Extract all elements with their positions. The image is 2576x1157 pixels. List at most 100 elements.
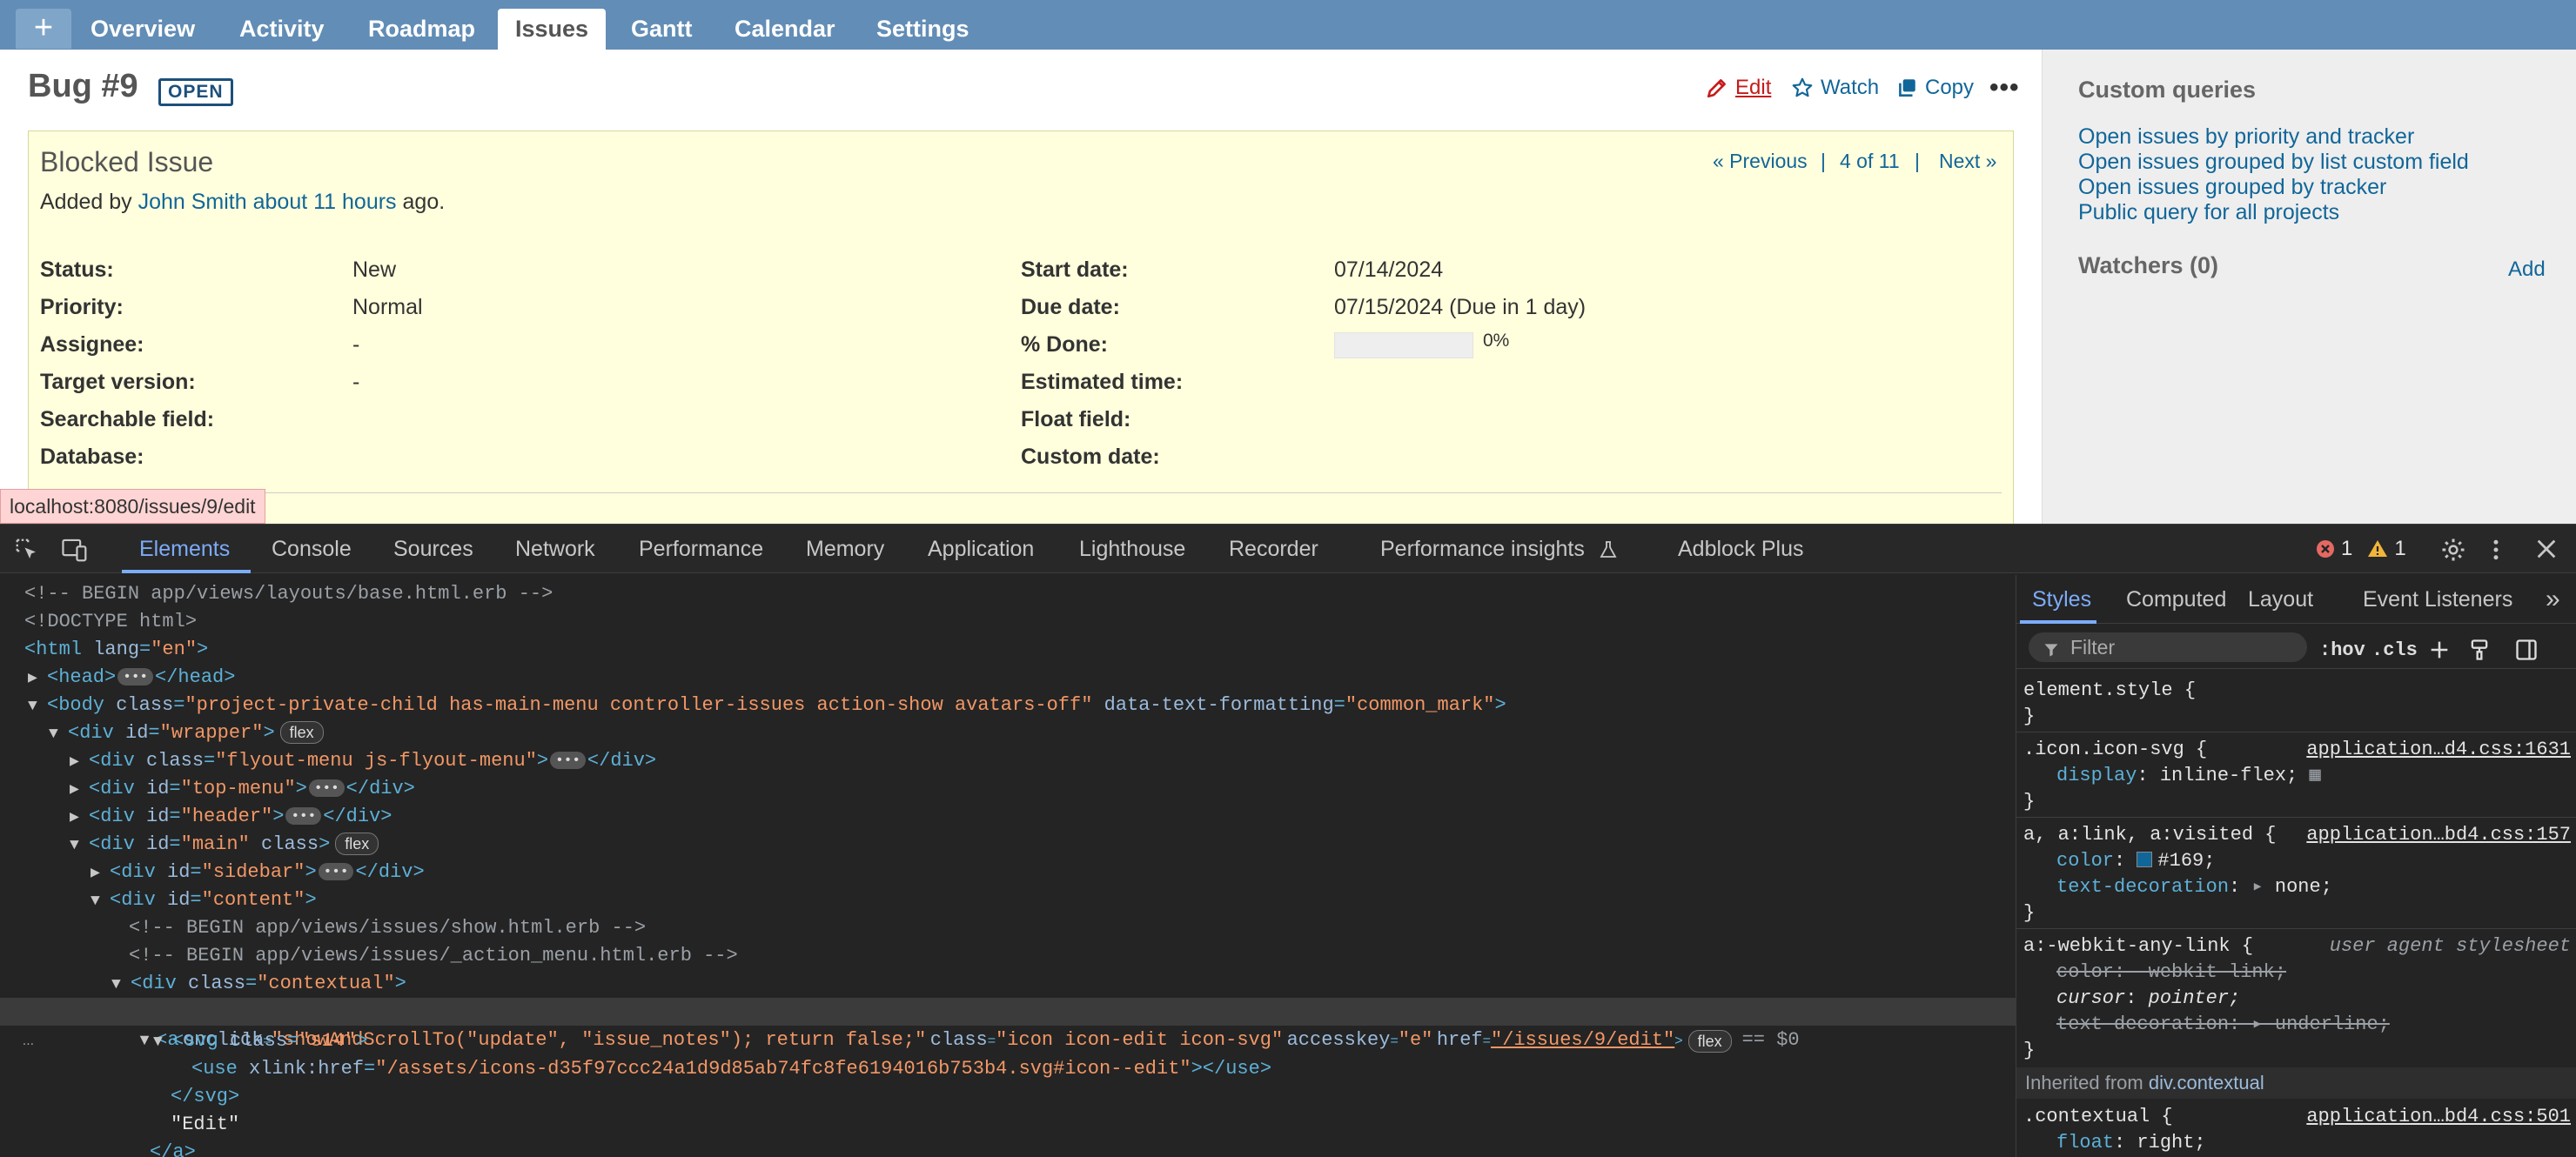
dom-node-a-close[interactable]: </a>: [150, 1139, 196, 1157]
css-declaration-overridden[interactable]: color: -webkit-link;: [2056, 960, 2286, 986]
new-object-button[interactable]: +: [16, 9, 71, 49]
nav-separator: |: [1821, 150, 1826, 172]
status-value: New: [352, 257, 397, 282]
paint-brush-icon[interactable]: [2467, 638, 2492, 662]
dom-node-head[interactable]: ▶ <head> ••• </head>: [28, 664, 235, 692]
css-rule-links[interactable]: a, a:link, a:visited {: [2023, 822, 2276, 848]
css-source-link[interactable]: application…d4.css:1631: [2306, 739, 2571, 760]
dom-node-body[interactable]: ▼ <body class="project-private-child has-…: [28, 692, 1506, 719]
dom-node-flyout[interactable]: ▶ <div class="flyout-menu js-flyout-menu"…: [70, 747, 656, 775]
dom-node-use[interactable]: <use xlink:href="/assets/icons-d35f97ccc…: [191, 1055, 1271, 1083]
dom-node-svg-close[interactable]: </svg>: [171, 1083, 239, 1111]
css-source-link[interactable]: application…bd4.css:501: [2306, 1106, 2571, 1127]
query-link[interactable]: Open issues by priority and tracker: [2078, 124, 2414, 150]
devtools-tab-recorder[interactable]: Recorder: [1229, 525, 1318, 573]
rule-close: }: [2023, 902, 2036, 924]
styles-tab[interactable]: Styles: [2032, 575, 2091, 624]
dom-node-main[interactable]: ▼ <div id="main" class> flex: [70, 831, 379, 859]
css-declaration[interactable]: float: right;: [2056, 1130, 2206, 1156]
edit-link[interactable]: Edit: [1706, 73, 1771, 103]
tab-issues[interactable]: Issues: [498, 9, 607, 50]
issue-position-link[interactable]: 4 of 11: [1840, 150, 1900, 173]
dom-node-top-menu[interactable]: ▶ <div id="top-menu"> ••• </div>: [70, 775, 415, 803]
selected-dom-row[interactable]: ... ▼ <a onclick="showAndScrollTo("update"…: [0, 998, 2016, 1053]
target-version-label: Target version:: [40, 370, 196, 394]
done-value: 0%: [1483, 331, 1510, 351]
query-link[interactable]: Public query for all projects: [2078, 200, 2339, 225]
tab-overview[interactable]: Overview: [73, 9, 212, 50]
dom-comment[interactable]: <!-- BEGIN app/views/issues/show.html.er…: [129, 914, 646, 942]
css-declaration[interactable]: display: inline-flex; ▦: [2056, 763, 2321, 789]
devtools-tab-console[interactable]: Console: [272, 525, 352, 573]
devtools-tab-adblock-plus[interactable]: Adblock Plus: [1678, 525, 1804, 573]
dom-node-sidebar[interactable]: ▶ <div id="sidebar"> ••• </div>: [91, 859, 425, 886]
author-link[interactable]: John Smith: [138, 190, 247, 214]
dom-node-header[interactable]: ▶ <div id="header"> ••• </div>: [70, 803, 392, 831]
devtools-tab-sources[interactable]: Sources: [393, 525, 473, 573]
dom-node-html[interactable]: <html lang="en">: [24, 636, 208, 664]
assignee-label: Assignee:: [40, 332, 144, 357]
css-rule-contextual[interactable]: .contextual {: [2023, 1104, 2173, 1130]
element-style-rule[interactable]: element.style {: [2023, 678, 2196, 704]
class-toggle[interactable]: .cls: [2371, 639, 2418, 661]
error-icon: [2317, 540, 2334, 558]
tab-calendar[interactable]: Calendar: [717, 9, 853, 50]
tab-settings[interactable]: Settings: [859, 9, 987, 50]
css-source-link[interactable]: application…bd4.css:157: [2306, 824, 2571, 846]
tab-gantt[interactable]: Gantt: [614, 9, 710, 50]
error-counter[interactable]: 1 1: [2315, 537, 2406, 561]
close-icon[interactable]: [2534, 537, 2559, 561]
more-tabs-button[interactable]: »: [2546, 575, 2560, 624]
more-actions-button[interactable]: •••: [1989, 73, 2020, 103]
dom-doctype[interactable]: <!DOCTYPE html>: [24, 608, 197, 636]
devtools-tab-elements[interactable]: Elements: [139, 525, 230, 573]
new-rule-icon[interactable]: [2427, 638, 2452, 662]
dom-comment[interactable]: <!-- BEGIN app/views/issues/_action_menu…: [129, 942, 738, 970]
details-divider: [40, 492, 2002, 493]
css-declaration[interactable]: color: #169;: [2056, 848, 2215, 874]
add-watcher-link[interactable]: Add: [2508, 257, 2546, 282]
tab-roadmap[interactable]: Roadmap: [351, 9, 493, 50]
toggle-sidebar-icon[interactable]: [2514, 638, 2539, 662]
tab-activity[interactable]: Activity: [222, 9, 342, 50]
warning-count: 1: [2394, 537, 2406, 560]
layout-tab[interactable]: Layout: [2248, 575, 2313, 624]
watch-link[interactable]: Watch: [1791, 73, 1879, 103]
inherited-element-link[interactable]: div.contextual: [2149, 1072, 2264, 1093]
styles-filter-input[interactable]: Filter: [2029, 632, 2307, 662]
device-toolbar-icon[interactable]: [61, 537, 89, 563]
css-declaration[interactable]: cursor: pointer;: [2056, 986, 2240, 1012]
hover-state-toggle[interactable]: :hov: [2319, 639, 2365, 661]
next-link[interactable]: Next »: [1939, 150, 1996, 173]
target-version-value: -: [352, 370, 360, 394]
css-declaration[interactable]: text-decoration: ▸ none;: [2056, 874, 2332, 900]
css-declaration-overridden[interactable]: text-decoration: ▸ underline;: [2056, 1012, 2390, 1038]
query-link[interactable]: Open issues grouped by tracker: [2078, 175, 2386, 200]
computed-tab[interactable]: Computed: [2126, 575, 2226, 624]
dom-node-wrapper[interactable]: ▼ <div id="wrapper"> flex: [49, 719, 324, 747]
dom-node-svg[interactable]: ▼ <svg class="s14">: [153, 1027, 367, 1055]
devtools-tab-performance[interactable]: Performance: [639, 525, 763, 573]
pencil-icon: [1707, 79, 1726, 98]
copy-link[interactable]: Copy: [1895, 73, 1974, 103]
dom-comment[interactable]: <!-- BEGIN app/views/layouts/base.html.e…: [24, 580, 553, 608]
rule-close: }: [2023, 1040, 2036, 1061]
dom-text-node[interactable]: "Edit": [171, 1111, 239, 1139]
query-link[interactable]: Open issues grouped by list custom field: [2078, 150, 2469, 175]
age-link[interactable]: about 11 hours: [253, 190, 397, 214]
devtools-tab-application[interactable]: Application: [928, 525, 1034, 573]
css-rule-icon-svg[interactable]: .icon.icon-svg {: [2023, 737, 2207, 763]
settings-gear-icon[interactable]: [2440, 537, 2466, 563]
devtools-tab-lighthouse[interactable]: Lighthouse: [1079, 525, 1185, 573]
devtools-tab-performance-insights[interactable]: Performance insights: [1380, 525, 1585, 573]
devtools-tab-memory[interactable]: Memory: [806, 525, 884, 573]
event-listeners-tab[interactable]: Event Listeners: [2363, 575, 2512, 624]
dom-node-content[interactable]: ▼ <div id="content">: [91, 886, 317, 914]
inspect-element-icon[interactable]: [14, 537, 40, 563]
devtools-tab-network[interactable]: Network: [515, 525, 595, 573]
more-options-icon[interactable]: [2491, 537, 2501, 563]
dom-node-contextual[interactable]: ▼ <div class="contextual">: [111, 970, 406, 998]
previous-link[interactable]: « Previous: [1713, 150, 1808, 173]
color-swatch[interactable]: [2137, 852, 2153, 867]
css-rule-ua-link[interactable]: a:-webkit-any-link {: [2023, 933, 2253, 960]
